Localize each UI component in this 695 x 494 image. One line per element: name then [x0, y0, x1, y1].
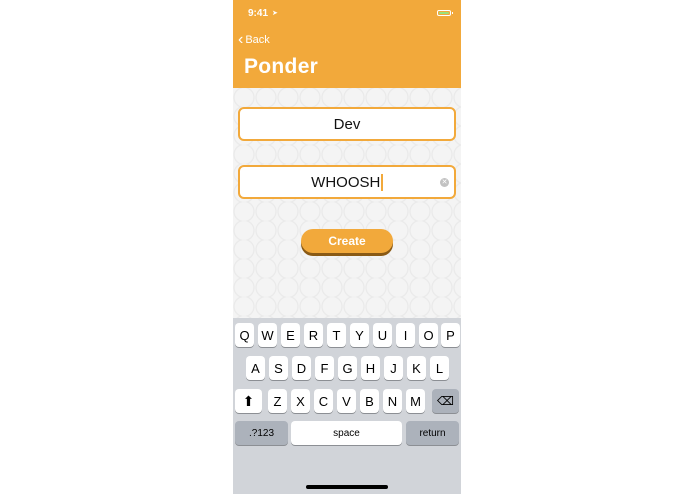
key-u[interactable]: U [373, 323, 392, 347]
home-indicator [306, 485, 388, 489]
text-caret [381, 173, 383, 191]
key-v[interactable]: V [337, 389, 356, 413]
create-button[interactable]: Create [301, 229, 393, 253]
key-r[interactable]: R [304, 323, 323, 347]
backspace-icon: ⌫ [437, 394, 454, 408]
numbers-key[interactable]: .?123 [235, 421, 288, 445]
word-input-value: WHOOSH [311, 173, 381, 191]
key-g[interactable]: G [338, 356, 357, 380]
space-key[interactable]: space [291, 421, 402, 445]
name-input[interactable]: Dev [238, 107, 456, 141]
return-key[interactable]: return [406, 421, 459, 445]
key-b[interactable]: B [360, 389, 379, 413]
location-arrow-icon: ➤ [272, 10, 278, 17]
key-c[interactable]: C [314, 389, 333, 413]
keyboard: Q W E R T Y U I O P A S D F G H J K L ⬆ … [233, 318, 461, 494]
nav-header: 9:41 ➤ ‹ Back Ponder [233, 0, 461, 88]
key-s[interactable]: S [269, 356, 288, 380]
key-z[interactable]: Z [268, 389, 287, 413]
key-q[interactable]: Q [235, 323, 254, 347]
back-label: Back [245, 34, 270, 46]
key-w[interactable]: W [258, 323, 277, 347]
key-i[interactable]: I [396, 323, 415, 347]
chevron-left-icon: ‹ [238, 31, 244, 48]
key-o[interactable]: O [419, 323, 438, 347]
key-m[interactable]: M [406, 389, 425, 413]
page-title: Ponder [244, 55, 319, 78]
back-button[interactable]: ‹ Back [238, 31, 270, 49]
key-l[interactable]: L [430, 356, 449, 380]
key-n[interactable]: N [383, 389, 402, 413]
backspace-key[interactable]: ⌫ [432, 389, 459, 413]
key-t[interactable]: T [327, 323, 346, 347]
key-k[interactable]: K [407, 356, 426, 380]
key-x[interactable]: X [291, 389, 310, 413]
word-input[interactable]: WHOOSH ✕ [238, 165, 456, 199]
key-y[interactable]: Y [350, 323, 369, 347]
status-time: 9:41 [248, 8, 269, 19]
name-input-value: Dev [333, 115, 361, 133]
clear-icon[interactable]: ✕ [440, 178, 449, 187]
key-d[interactable]: D [292, 356, 311, 380]
phone-screen: 9:41 ➤ ‹ Back Ponder Dev WHOOSH ✕ Create… [233, 0, 461, 494]
key-e[interactable]: E [281, 323, 300, 347]
form-area: Dev WHOOSH ✕ Create [233, 88, 461, 318]
key-f[interactable]: F [315, 356, 334, 380]
key-j[interactable]: J [384, 356, 403, 380]
key-h[interactable]: H [361, 356, 380, 380]
battery-icon [437, 10, 453, 16]
shift-key[interactable]: ⬆ [235, 389, 262, 413]
shift-icon: ⬆ [242, 392, 255, 409]
key-a[interactable]: A [246, 356, 265, 380]
key-p[interactable]: P [441, 323, 460, 347]
